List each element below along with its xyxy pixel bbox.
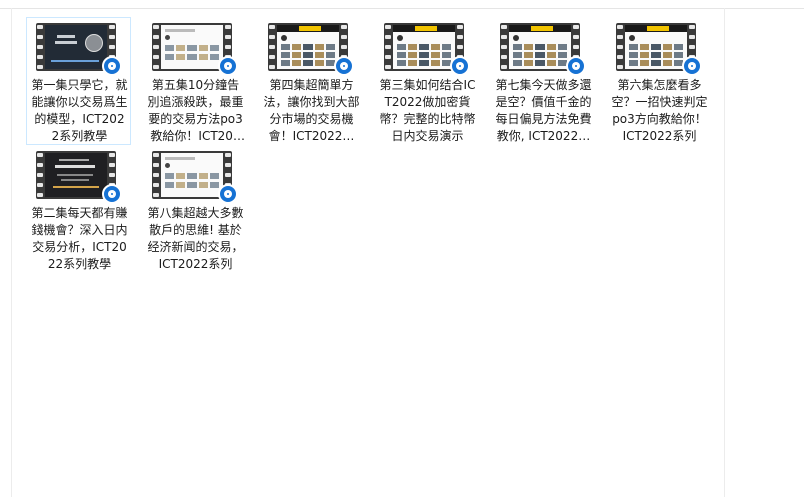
file-item[interactable]: 第一集只學它，就能讓你以交易爲生的模型，ICT2022系列教學: [26, 17, 131, 145]
video-thumbnail: [268, 23, 354, 76]
video-badge-icon: [102, 56, 122, 76]
video-badge-icon: [218, 56, 238, 76]
file-item[interactable]: 第八集超越大多數散戶的思維! 基於经济新闻的交易，ICT2022系列: [142, 145, 247, 273]
file-name-label: 第二集每天都有賺錢機會？深入日内交易分析，ICT2022系列教學: [31, 206, 128, 271]
video-badge-icon: [218, 184, 238, 204]
file-item[interactable]: 第五集10分鐘告別追漲殺跌，最重要的交易方法po3教給你！ICT2022系列: [142, 17, 247, 145]
thumbnail-frame: [161, 153, 223, 197]
file-item[interactable]: 第四集超簡單方法，讓你找到大部分市場的交易機會！ICT2022系列: [258, 17, 363, 145]
thumbnail-frame: [625, 25, 687, 69]
thumbnail-frame: [45, 153, 107, 197]
video-badge-icon: [334, 56, 354, 76]
navigation-pane-divider[interactable]: [11, 8, 12, 497]
thumbnail-frame: [161, 25, 223, 69]
video-badge-icon: [566, 56, 586, 76]
video-badge-icon: [102, 184, 122, 204]
thumbnail-frame: [393, 25, 455, 69]
file-name-label: 第六集怎麼看多空？一招快速判定po3方向教給你！ICT2022系列: [611, 78, 708, 143]
thumbnail-frame: [509, 25, 571, 69]
thumbnail-frame: [277, 25, 339, 69]
video-thumbnail: [500, 23, 586, 76]
video-thumbnail: [152, 23, 238, 76]
video-thumbnail: [616, 23, 702, 76]
file-name-label: 第三集如何结合ICT2022做加密貨幣？完整的比特幣日内交易演示: [379, 78, 476, 143]
video-badge-icon: [450, 56, 470, 76]
file-name-label: 第五集10分鐘告別追漲殺跌，最重要的交易方法po3教給你！ICT2022系列: [147, 78, 244, 143]
file-name-label: 第七集今天做多還是空？價值千金的每日偏見方法免費教你, ICT2022系列: [495, 78, 592, 143]
video-badge-icon: [682, 56, 702, 76]
thumbnail-frame: [45, 25, 107, 69]
file-name-label: 第四集超簡單方法，讓你找到大部分市場的交易機會！ICT2022系列: [263, 78, 360, 143]
video-thumbnail: [152, 151, 238, 204]
window-top-bar: [0, 0, 804, 9]
video-thumbnail: [36, 151, 122, 204]
file-name-label: 第一集只學它，就能讓你以交易爲生的模型，ICT2022系列教學: [31, 78, 128, 143]
file-item[interactable]: 第六集怎麼看多空？一招快速判定po3方向教給你！ICT2022系列: [606, 17, 711, 145]
file-item[interactable]: 第三集如何结合ICT2022做加密貨幣？完整的比特幣日内交易演示: [374, 17, 479, 145]
file-item[interactable]: 第七集今天做多還是空？價值千金的每日偏見方法免費教你, ICT2022系列: [490, 17, 595, 145]
file-name-label: 第八集超越大多數散戶的思維! 基於经济新闻的交易，ICT2022系列: [147, 206, 244, 271]
file-item[interactable]: 第二集每天都有賺錢機會？深入日内交易分析，ICT2022系列教學: [26, 145, 131, 273]
video-thumbnail: [384, 23, 470, 76]
video-thumbnail: [36, 23, 122, 76]
file-grid: 第一集只學它，就能讓你以交易爲生的模型，ICT2022系列教學 第五集10分鐘告別…: [26, 17, 726, 497]
